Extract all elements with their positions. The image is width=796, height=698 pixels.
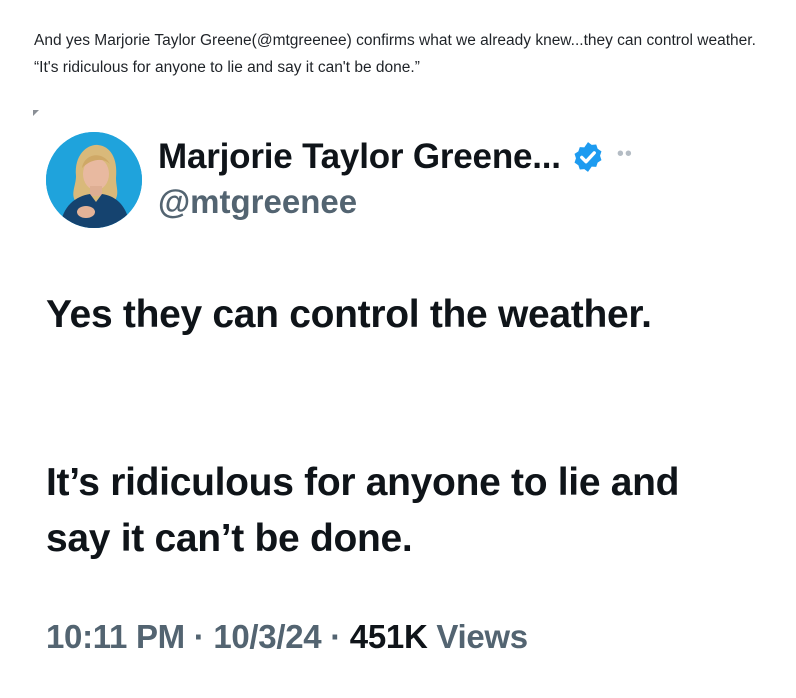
author-name-row: Marjorie Taylor Greene... •• (158, 134, 633, 180)
profile-photo (46, 132, 142, 228)
meta-separator: · (330, 618, 341, 655)
post-caption: And yes Marjorie Taylor Greene(@mtgreene… (34, 32, 756, 76)
verified-badge-icon (574, 142, 602, 172)
author-handle[interactable]: @mtgreenee (158, 183, 357, 221)
tweet-time[interactable]: 10:11 PM (46, 618, 185, 655)
meta-separator: · (193, 618, 205, 655)
views-label: Views (436, 618, 528, 655)
views-count: 451K (349, 618, 428, 655)
tweet-text-paragraph: It’s ridiculous for anyone to lie and sa… (46, 461, 680, 560)
display-name[interactable]: Marjorie Taylor Greene... (158, 137, 561, 177)
tweet-text-paragraph: Yes they can control the weather. (46, 293, 652, 336)
tweet-meta: 10:11 PM · 10/3/24 · 451K Views (46, 618, 528, 656)
expand-corner-icon[interactable] (33, 110, 39, 116)
more-options-icon[interactable]: •• (617, 144, 633, 164)
tweet-date[interactable]: 10/3/24 (213, 618, 321, 655)
avatar[interactable] (46, 132, 142, 228)
